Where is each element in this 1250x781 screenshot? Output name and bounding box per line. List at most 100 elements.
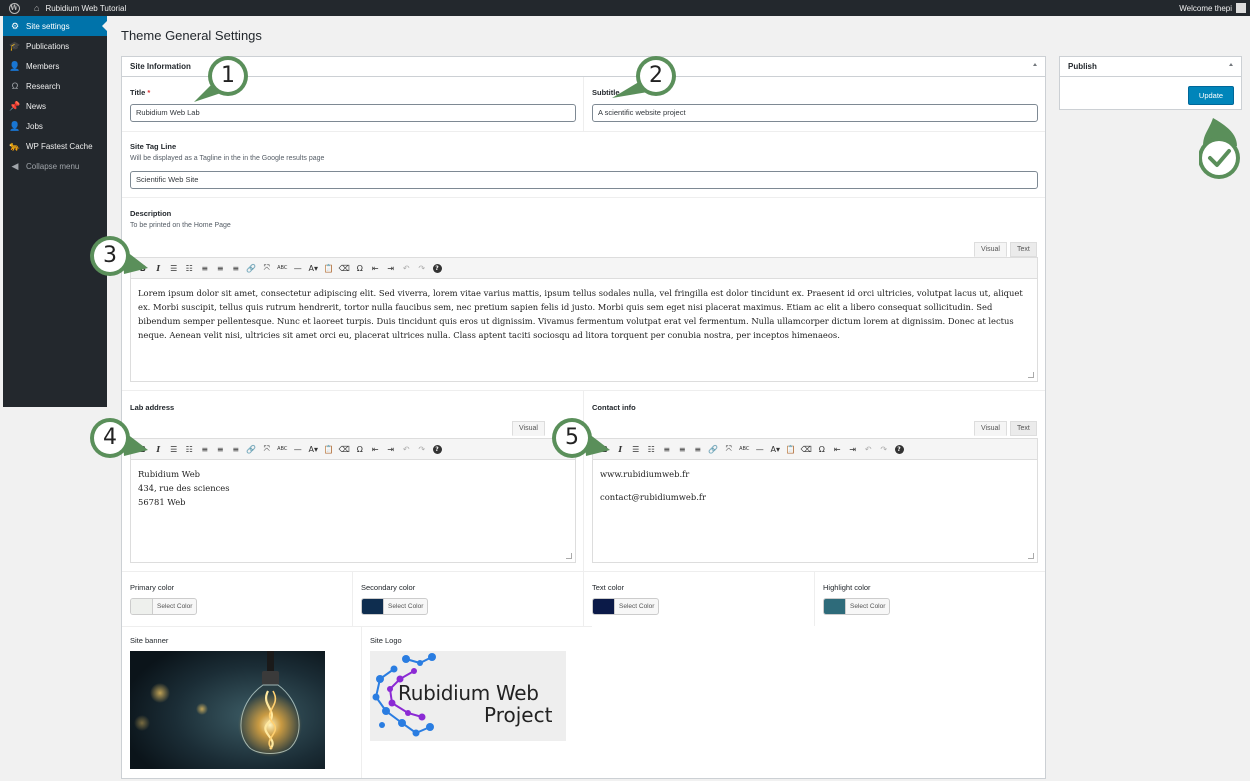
undo-icon[interactable]: ↶	[399, 445, 415, 454]
text-color-icon[interactable]: A▾	[768, 445, 784, 454]
resize-handle[interactable]	[566, 553, 572, 559]
numbered-list-icon[interactable]: ☷	[644, 445, 660, 454]
align-left-icon[interactable]: ≡	[659, 445, 675, 454]
link-icon[interactable]: 🔗	[244, 445, 260, 454]
bullet-list-icon[interactable]: ☰	[166, 264, 182, 273]
numbered-list-icon[interactable]: ☷	[182, 445, 198, 454]
admin-bar: W ⌂ Rubidium Web Tutorial Welcome thepi	[0, 0, 1250, 16]
redo-icon[interactable]: ↷	[414, 264, 430, 273]
align-center-icon[interactable]: ≡	[213, 264, 229, 273]
undo-icon[interactable]: ↶	[861, 445, 877, 454]
primary-color-picker[interactable]: Select Color	[130, 598, 198, 615]
help-icon[interactable]: ?	[432, 444, 442, 454]
lab-address-visual-tab[interactable]: Visual	[512, 421, 545, 436]
pin-icon: 📌	[9, 100, 21, 111]
help-icon[interactable]: ?	[894, 444, 904, 454]
outdent-icon[interactable]: ⇤	[368, 445, 384, 454]
bullet-list-icon[interactable]: ☰	[628, 445, 644, 454]
horizontal-line-icon[interactable]: —	[290, 445, 306, 454]
special-char-icon[interactable]: Ω	[814, 445, 830, 454]
contact-info-editor[interactable]: www.rubidiumweb.fr contact@rubidiumweb.f…	[592, 460, 1038, 563]
indent-icon[interactable]: ⇥	[383, 264, 399, 273]
fullscreen-icon[interactable]: ⤧	[259, 263, 275, 273]
site-name-link[interactable]: ⌂ Rubidium Web Tutorial	[34, 3, 126, 13]
sidebar-item-news[interactable]: 📌 News	[3, 96, 107, 116]
resize-handle[interactable]	[1028, 553, 1034, 559]
sidebar-item-jobs[interactable]: 👤 Jobs	[3, 116, 107, 136]
align-right-icon[interactable]: ≡	[228, 264, 244, 273]
italic-icon[interactable]: I	[151, 444, 167, 454]
outdent-icon[interactable]: ⇤	[368, 264, 384, 273]
sidebar-item-research[interactable]: Ω Research	[3, 76, 107, 96]
strikethrough-icon[interactable]: ABC	[275, 446, 291, 452]
publish-header[interactable]: Publish	[1060, 57, 1241, 77]
sidebar-item-wp-fastest-cache[interactable]: 🐆 WP Fastest Cache	[3, 136, 107, 156]
sidebar-item-publications[interactable]: 🎓 Publications	[3, 36, 107, 56]
site-information-header[interactable]: Site Information	[122, 57, 1045, 77]
secondary-color-picker[interactable]: Select Color	[361, 598, 429, 615]
special-char-icon[interactable]: Ω	[352, 264, 368, 273]
horizontal-line-icon[interactable]: —	[752, 445, 768, 454]
description-text-tab[interactable]: Text	[1010, 242, 1037, 257]
contact-visual-tab[interactable]: Visual	[974, 421, 1007, 436]
description-visual-tab[interactable]: Visual	[974, 242, 1007, 257]
numbered-list-icon[interactable]: ☷	[182, 264, 198, 273]
special-char-icon[interactable]: Ω	[352, 445, 368, 454]
subtitle-input[interactable]: A scientific website project	[592, 104, 1038, 122]
indent-icon[interactable]: ⇥	[383, 445, 399, 454]
title-input[interactable]: Rubidium Web Lab	[130, 104, 576, 122]
contact-text-tab[interactable]: Text	[1010, 421, 1037, 436]
paste-text-icon[interactable]: 📋	[783, 445, 799, 454]
clear-format-icon[interactable]: ⌫	[337, 445, 353, 454]
align-center-icon[interactable]: ≡	[213, 445, 229, 454]
bullet-list-icon[interactable]: ☰	[166, 445, 182, 454]
site-logo-image[interactable]: Rubidium Web Project	[370, 651, 566, 741]
indent-icon[interactable]: ⇥	[845, 445, 861, 454]
update-button[interactable]: Update	[1188, 86, 1234, 105]
horizontal-line-icon[interactable]: —	[290, 264, 306, 273]
text-color-label: Text color	[592, 583, 625, 592]
strikethrough-icon[interactable]: ABC	[275, 265, 291, 271]
align-center-icon[interactable]: ≡	[675, 445, 691, 454]
paste-text-icon[interactable]: 📋	[321, 264, 337, 273]
tagline-input[interactable]: Scientific Web Site	[130, 171, 1038, 189]
text-color-icon[interactable]: A▾	[306, 264, 322, 273]
sidebar-item-site-settings[interactable]: ⚙ Site settings	[3, 16, 107, 36]
highlight-color-picker[interactable]: Select Color	[823, 598, 891, 615]
strikethrough-icon[interactable]: ABC	[737, 446, 753, 452]
help-icon[interactable]: ?	[432, 263, 442, 273]
sidebar-item-members[interactable]: 👤 Members	[3, 56, 107, 76]
align-left-icon[interactable]: ≡	[197, 264, 213, 273]
collapse-menu-button[interactable]: ◀ Collapse menu	[3, 156, 107, 176]
text-color-picker[interactable]: Select Color	[592, 598, 660, 615]
link-icon[interactable]: 🔗	[706, 445, 722, 454]
fullscreen-icon[interactable]: ⤧	[721, 444, 737, 454]
collapse-toggle-icon[interactable]	[1229, 63, 1233, 66]
undo-icon[interactable]: ↶	[399, 264, 415, 273]
clear-format-icon[interactable]: ⌫	[799, 445, 815, 454]
align-right-icon[interactable]: ≡	[690, 445, 706, 454]
select-color-label: Select Color	[157, 603, 193, 610]
align-left-icon[interactable]: ≡	[197, 445, 213, 454]
collapse-toggle-icon[interactable]	[1033, 63, 1037, 66]
description-help: To be printed on the Home Page	[130, 222, 231, 229]
resize-handle[interactable]	[1028, 372, 1034, 378]
outdent-icon[interactable]: ⇤	[830, 445, 846, 454]
lab-address-editor[interactable]: Rubidium Web 434, rue des sciences 56781…	[130, 460, 576, 563]
paste-text-icon[interactable]: 📋	[321, 445, 337, 454]
fullscreen-icon[interactable]: ⤧	[259, 444, 275, 454]
contact-info-toolbar: B I ☰ ☷ ≡ ≡ ≡ 🔗 ⤧ ABC — A▾ 📋 ⌫ Ω ⇤ ⇥ ↶ ↷…	[592, 438, 1038, 460]
clear-format-icon[interactable]: ⌫	[337, 264, 353, 273]
italic-icon[interactable]: I	[613, 444, 629, 454]
site-banner-image[interactable]	[130, 651, 325, 769]
redo-icon[interactable]: ↷	[876, 445, 892, 454]
italic-icon[interactable]: I	[151, 263, 167, 273]
wordpress-logo-icon[interactable]: W	[6, 0, 22, 16]
redo-icon[interactable]: ↷	[414, 445, 430, 454]
align-right-icon[interactable]: ≡	[228, 445, 244, 454]
text-color-icon[interactable]: A▾	[306, 445, 322, 454]
link-icon[interactable]: 🔗	[244, 264, 260, 273]
account-menu[interactable]: Welcome thepi	[1179, 3, 1246, 13]
page-title: Theme General Settings	[121, 28, 262, 43]
description-editor[interactable]: Lorem ipsum dolor sit amet, consectetur …	[130, 279, 1038, 382]
